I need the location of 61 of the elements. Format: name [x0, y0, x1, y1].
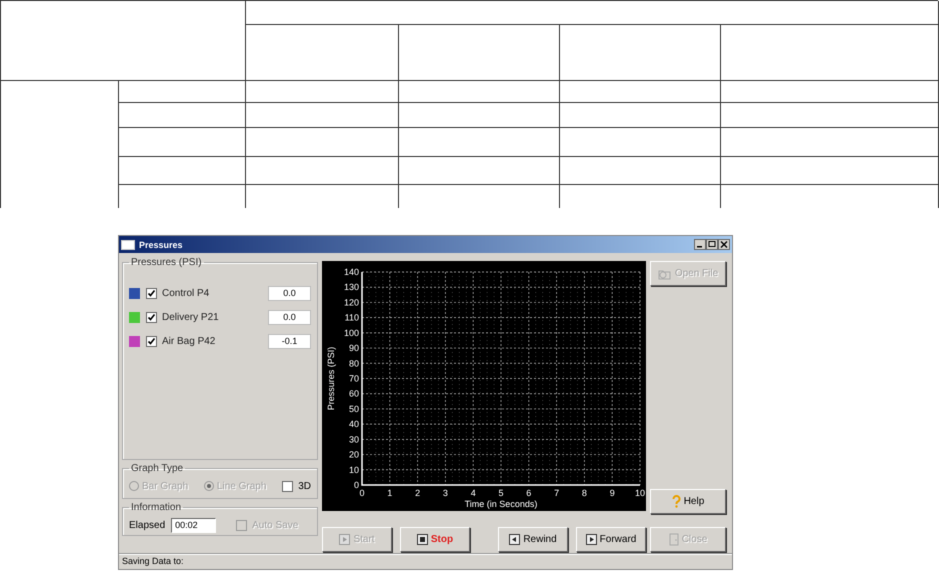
- window-title: Pressures: [139, 240, 183, 250]
- close-window-button[interactable]: [718, 239, 730, 250]
- y-tick-label: 80: [348, 358, 359, 368]
- y-tick-label: 100: [344, 328, 359, 338]
- elapsed-field: 00:02: [171, 518, 216, 532]
- rewind-icon: [509, 534, 520, 545]
- y-axis-title: Pressures (PSI): [326, 346, 336, 410]
- door-icon: [668, 533, 679, 546]
- y-tick-label: 30: [348, 434, 359, 444]
- x-tick-label: 5: [498, 488, 504, 498]
- group-title: Pressures (PSI): [130, 257, 203, 268]
- y-tick-label: 130: [344, 282, 359, 292]
- x-tick-label: 8: [582, 488, 587, 498]
- channel-label: Air Bag P42: [162, 336, 216, 346]
- x-tick-label: 2: [415, 488, 420, 498]
- y-tick-label: 60: [348, 388, 359, 399]
- forward-button[interactable]: Forward: [576, 527, 646, 552]
- stop-icon: [416, 534, 428, 545]
- channel-label: Delivery P21: [162, 312, 220, 322]
- x-tick-label: 4: [470, 488, 476, 498]
- group-title: Information: [130, 502, 182, 513]
- x-axis-title: Time (in Seconds): [464, 499, 538, 509]
- group-title: Graph Type: [130, 463, 184, 474]
- y-tick-label: 10: [348, 464, 359, 475]
- value-field: -0.1: [268, 334, 311, 348]
- value-field: 0.0: [268, 310, 311, 324]
- elapsed-label: Elapsed: [129, 520, 166, 530]
- y-tick-label: 40: [348, 419, 359, 430]
- x-tick-label: 1: [387, 488, 392, 498]
- y-tick-label: 20: [348, 450, 359, 460]
- x-tick-label: 7: [554, 488, 560, 498]
- play-icon: [339, 534, 350, 545]
- y-tick-label: 140: [344, 267, 359, 277]
- y-tick-label: 0: [354, 480, 359, 490]
- value-field: 0.0: [268, 286, 311, 300]
- x-tick-label: 6: [526, 488, 532, 498]
- x-tick-label: 3: [442, 488, 448, 498]
- x-tick-label: 0: [360, 488, 364, 498]
- checkbox[interactable]: [282, 480, 294, 492]
- option-label: 3D: [298, 480, 311, 492]
- forward-icon: [586, 534, 597, 545]
- help-button[interactable]: Help: [650, 489, 726, 514]
- y-tick-label: 50: [348, 404, 359, 414]
- window-icon: [121, 240, 135, 250]
- checkbox[interactable]: [146, 312, 157, 322]
- status-bar: Saving Data to:: [119, 553, 732, 567]
- rewind-button[interactable]: Rewind: [498, 527, 568, 552]
- y-tick-label: 70: [348, 374, 359, 384]
- checkbox[interactable]: [146, 336, 157, 346]
- y-tick-label: 120: [344, 297, 359, 308]
- channel-label: Control P4: [162, 288, 210, 298]
- y-tick-label: 110: [344, 312, 359, 323]
- maximize-button[interactable]: [706, 239, 718, 250]
- checkbox[interactable]: [146, 288, 157, 298]
- x-tick-label: 10: [635, 488, 645, 498]
- x-tick-label: 9: [610, 488, 615, 498]
- folder-icon: [658, 268, 672, 280]
- stop-button[interactable]: Stop: [400, 527, 470, 552]
- minimize-button[interactable]: [694, 239, 706, 250]
- y-tick-label: 90: [348, 343, 359, 354]
- question-icon: [672, 495, 681, 508]
